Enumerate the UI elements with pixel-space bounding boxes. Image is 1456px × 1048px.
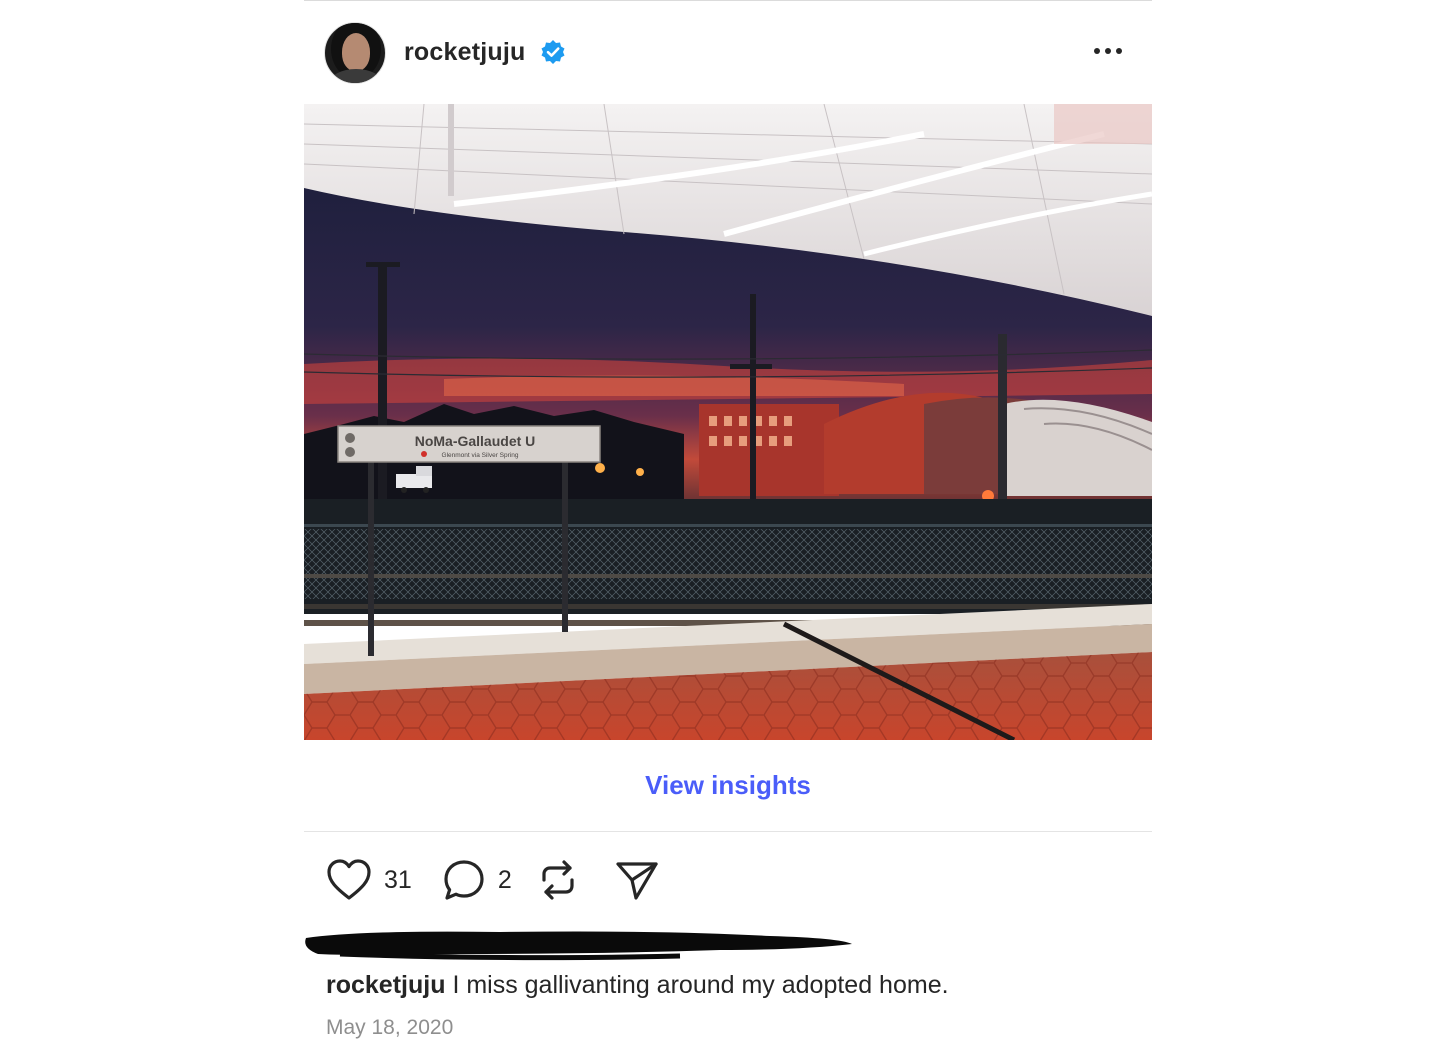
post-header: rocketjuju — [304, 20, 1152, 86]
post-caption: rocketjuju I miss gallivanting around my… — [326, 971, 949, 1000]
actions-divider — [304, 831, 1152, 832]
station-sign-subline: Glenmont via Silver Spring — [442, 452, 519, 459]
comment-count: 2 — [497, 865, 512, 894]
share-icon — [616, 862, 658, 900]
post-photo[interactable]: NoMa-Gallaudet U Glenmont via Silver Spr… — [304, 104, 1152, 740]
comment-icon — [444, 860, 484, 900]
repost-button[interactable] — [538, 858, 578, 902]
heart-icon — [327, 859, 371, 900]
like-button[interactable]: 31 — [326, 858, 412, 902]
caption-username[interactable]: rocketjuju — [326, 971, 445, 999]
top-divider — [304, 0, 1152, 1]
post-date: May 18, 2020 — [326, 1016, 454, 1039]
post-actions-bar: 31 2 — [326, 856, 660, 904]
station-sign-name: NoMa-Gallaudet U — [415, 433, 536, 449]
avatar[interactable] — [324, 22, 386, 84]
redaction-mark — [305, 931, 852, 961]
more-options-icon[interactable] — [1094, 48, 1122, 54]
post-username[interactable]: rocketjuju — [404, 38, 525, 67]
caption-text: I miss gallivanting around my adopted ho… — [452, 971, 949, 999]
repost-icon — [542, 860, 574, 900]
share-button[interactable] — [614, 858, 660, 902]
comment-button[interactable]: 2 — [442, 858, 512, 902]
view-insights-link[interactable]: View insights — [304, 770, 1152, 801]
verified-badge-icon — [541, 40, 565, 64]
like-count: 31 — [384, 865, 412, 894]
